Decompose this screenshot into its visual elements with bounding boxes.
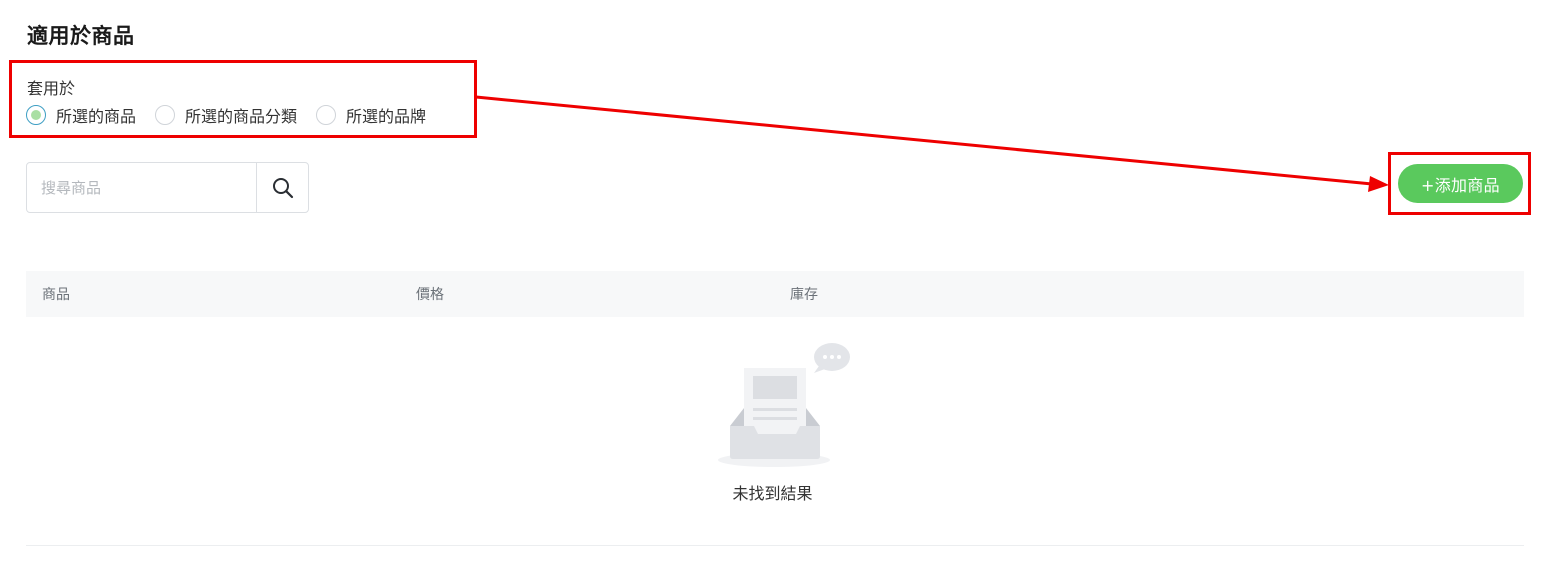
annotation-arrow — [475, 95, 1389, 192]
page: 適用於商品 套用於 所選的商品 所選的商品分類 所選的品牌 +添加商品 商品 — [0, 0, 1545, 563]
